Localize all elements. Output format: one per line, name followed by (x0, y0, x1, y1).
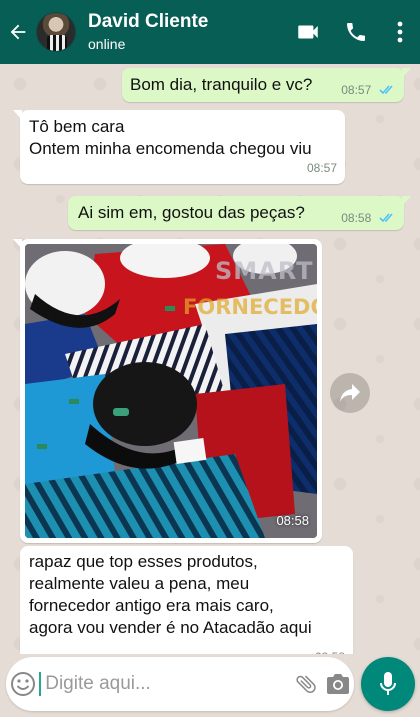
contact-name: David Cliente (88, 11, 209, 32)
message-line: realmente valeu a pena, meu (29, 574, 250, 593)
message-outgoing[interactable]: Bom dia, tranquilo e vc? 08:57 (122, 68, 411, 102)
contact-status: online (88, 36, 126, 52)
double-check-icon (379, 213, 393, 223)
message-outgoing[interactable]: Ai sim em, gostou das peças? 08:58 (68, 196, 411, 230)
message-line: fornecedor antigo era mais caro, (29, 596, 274, 615)
forward-button[interactable] (330, 373, 370, 413)
emoji-button[interactable] (6, 671, 39, 697)
message-text: Bom dia, tranquilo e vc? (130, 75, 313, 94)
message-line: Tô bem cara (29, 117, 125, 136)
mic-icon (380, 672, 396, 695)
message-input[interactable] (39, 672, 291, 696)
message-text: rapaz que top esses produtos, realmente … (29, 551, 312, 639)
message-line: Ontem minha encomenda chegou viu (29, 139, 312, 158)
mic-button[interactable] (361, 657, 415, 711)
product-photo-art (25, 244, 317, 538)
product-photo[interactable]: SMART FORNECEDORES 08:58 (25, 244, 317, 538)
more-vert-icon (397, 21, 403, 43)
chat-header: David Cliente online (0, 0, 420, 64)
message-text: Tô bem cara Ontem minha encomenda chegou… (29, 116, 312, 160)
video-call-icon (298, 25, 318, 39)
message-line: agora vou vender é no Atacadão aqui (29, 618, 312, 637)
message-time: 08:57 (306, 161, 337, 175)
message-time: 08:58 (315, 646, 345, 654)
camera-button[interactable] (322, 673, 354, 695)
menu-button[interactable] (380, 0, 420, 64)
chat-area[interactable]: Bom dia, tranquilo e vc? 08:57 Tô bem ca… (0, 64, 420, 654)
camera-icon (327, 674, 350, 694)
watermark-line-2: FORNECEDORES (183, 295, 317, 319)
message-incoming[interactable]: Tô bem cara Ontem minha encomenda chegou… (13, 110, 345, 184)
forward-icon (340, 384, 360, 402)
double-check-icon (379, 85, 393, 95)
back-arrow-icon (10, 24, 26, 40)
watermark-line-1: SMART (215, 257, 314, 285)
message-incoming[interactable]: rapaz que top esses produtos, realmente … (20, 546, 353, 654)
voice-call-button[interactable] (332, 0, 380, 64)
message-time: 08:58 (276, 513, 309, 528)
message-text: Ai sim em, gostou das peças? (78, 203, 305, 222)
attach-button[interactable] (290, 672, 322, 696)
phone-icon (347, 23, 365, 41)
contact-info[interactable]: David Cliente online (88, 11, 284, 53)
composer (6, 657, 354, 711)
message-time: 08:57 (341, 83, 372, 97)
message-meta: 08:58 (341, 206, 396, 229)
video-call-button[interactable] (284, 0, 332, 64)
message-image[interactable]: SMART FORNECEDORES 08:58 (13, 239, 322, 543)
emoji-icon (10, 672, 35, 696)
attach-icon (296, 675, 316, 694)
message-line: rapaz que top esses produtos, (29, 552, 258, 571)
avatar[interactable] (36, 12, 76, 52)
message-meta: 08:57 (341, 78, 396, 101)
back-button[interactable] (0, 0, 36, 64)
message-time: 08:58 (341, 211, 372, 225)
